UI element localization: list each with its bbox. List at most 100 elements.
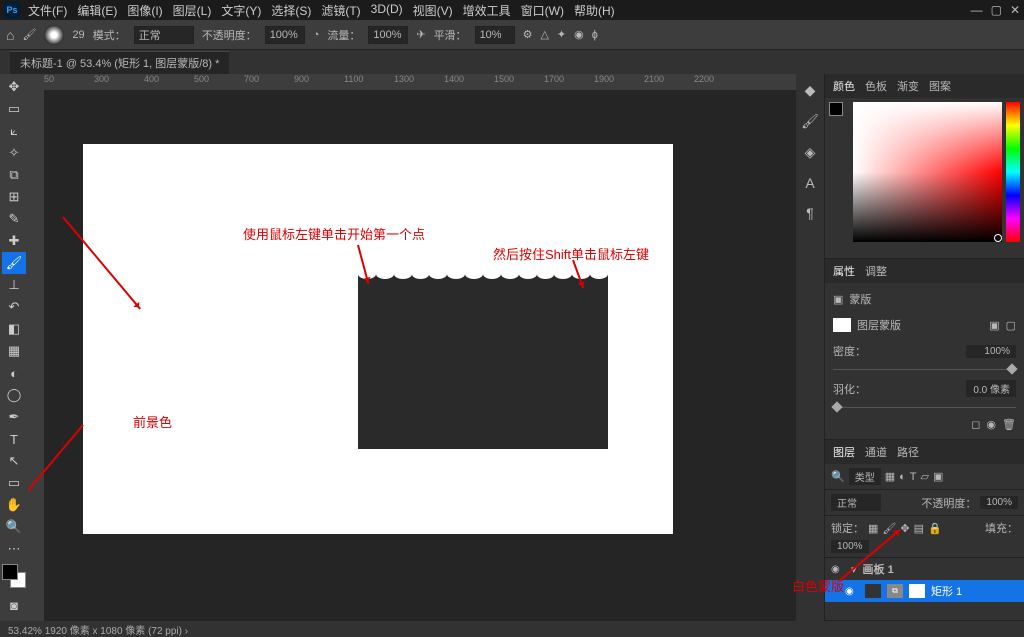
flow-value[interactable]: 100%	[368, 26, 408, 44]
angle-icon[interactable]: △	[540, 28, 548, 41]
tab-properties[interactable]: 属性	[833, 263, 855, 279]
crop-tool[interactable]: ⧉	[2, 164, 26, 186]
home-icon[interactable]: ⌂	[6, 27, 14, 43]
link-icon[interactable]: ⧉	[887, 584, 903, 598]
pressure-opacity-icon[interactable]: ◔	[313, 29, 320, 41]
minimize-button[interactable]: —	[971, 3, 983, 17]
heal-tool[interactable]: ✚	[2, 230, 26, 252]
lock-trans-icon[interactable]: ▦	[868, 522, 878, 535]
quickmask-toggle[interactable]: ◙	[2, 594, 26, 616]
menu-item[interactable]: 选择(S)	[271, 2, 311, 19]
gear-icon[interactable]: ⚙	[523, 28, 533, 41]
mask-vector-icon[interactable]: ▢	[1006, 319, 1016, 332]
stamp-tool[interactable]: ⊥	[2, 274, 26, 296]
brush-preview[interactable]	[44, 25, 64, 45]
layer-row[interactable]: ◉ ⧉ 矩形 1	[825, 580, 1024, 602]
dock-icon[interactable]: ◆	[805, 82, 816, 99]
feather-slider[interactable]	[833, 407, 1016, 408]
filter-adjust-icon[interactable]: ◐	[899, 471, 906, 483]
butterfly-icon[interactable]: ɸ	[592, 29, 598, 41]
type-tool[interactable]: T	[2, 428, 26, 450]
visibility-icon[interactable]: ◉	[831, 564, 845, 575]
eraser-tool[interactable]: ◧	[2, 318, 26, 340]
mask-pixel-icon[interactable]: ▣	[989, 319, 999, 332]
tab-gradient[interactable]: 渐变	[897, 78, 919, 94]
gradient-tool[interactable]: ▦	[2, 340, 26, 362]
tab-color[interactable]: 颜色	[833, 78, 855, 94]
filter-type-icon[interactable]: T	[910, 471, 917, 483]
menu-item[interactable]: 视图(V)	[413, 2, 453, 19]
filter-type[interactable]: 类型	[849, 468, 881, 485]
feather-value[interactable]: 0.0 像素	[966, 380, 1016, 397]
visibility-icon[interactable]: ◉	[845, 586, 859, 597]
airbrush-icon[interactable]: ✈	[416, 28, 425, 41]
menu-item[interactable]: 增效工具	[463, 2, 511, 19]
tab-layers[interactable]: 图层	[833, 444, 855, 460]
filter-icon[interactable]: 🔍	[831, 470, 845, 483]
hand-tool[interactable]: ✋	[2, 494, 26, 516]
lock-nest-icon[interactable]: ▤	[914, 522, 924, 535]
blur-tool[interactable]: ◐	[2, 362, 26, 384]
path-tool[interactable]: ↖	[2, 450, 26, 472]
menu-item[interactable]: 窗口(W)	[521, 2, 564, 19]
filter-pixel-icon[interactable]: ▦	[885, 470, 895, 483]
menu-item[interactable]: 滤镜(T)	[321, 2, 360, 19]
menu-item[interactable]: 文字(Y)	[221, 2, 261, 19]
tab-paths[interactable]: 路径	[897, 444, 919, 460]
density-value[interactable]: 100%	[966, 345, 1016, 358]
mode-dropdown[interactable]: 正常	[134, 26, 194, 44]
marquee-tool[interactable]: ▭	[2, 98, 26, 120]
edit-toolbar[interactable]: ⋯	[2, 538, 26, 560]
brush-tool-icon[interactable]: 🖌	[22, 28, 36, 41]
menu-item[interactable]: 图像(I)	[127, 2, 162, 19]
maximize-button[interactable]: ▢	[991, 3, 1002, 17]
move-tool[interactable]: ✥	[2, 76, 26, 98]
zoom-tool[interactable]: 🔍	[2, 516, 26, 538]
dock-icon[interactable]: ◈	[805, 144, 816, 161]
smooth-value[interactable]: 10%	[475, 26, 515, 44]
fg-swatch[interactable]	[829, 102, 843, 116]
menu-item[interactable]: 3D(D)	[371, 2, 403, 19]
tab-swatches[interactable]: 色板	[865, 78, 887, 94]
frame-tool[interactable]: ⊞	[2, 186, 26, 208]
brush-tool[interactable]: 🖌	[2, 252, 26, 274]
color-swatches[interactable]	[2, 564, 26, 588]
lasso-tool[interactable]: ⟀	[2, 120, 26, 142]
dock-icon[interactable]: ¶	[806, 205, 814, 221]
foreground-color[interactable]	[2, 564, 18, 580]
menu-item[interactable]: 图层(L)	[173, 2, 212, 19]
document-tab[interactable]: 未标题-1 @ 53.4% (矩形 1, 图层蒙版/8) *	[10, 51, 229, 74]
tab-pattern[interactable]: 图案	[929, 78, 951, 94]
menu-item[interactable]: 文件(F)	[28, 2, 67, 19]
canvas[interactable]: 使用鼠标左键单击开始第一个点 然后按住Shift单击鼠标左键 前景色	[83, 144, 673, 534]
eye-icon[interactable]: ◉	[986, 418, 996, 431]
density-slider[interactable]	[833, 369, 1016, 370]
shape-tool[interactable]: ▭	[2, 472, 26, 494]
dock-icon[interactable]: A	[805, 175, 814, 191]
eyedropper-tool[interactable]: ✎	[2, 208, 26, 230]
layer-opacity[interactable]: 100%	[980, 496, 1018, 509]
lock-all-icon[interactable]: 🔒	[928, 522, 942, 535]
color-picker[interactable]	[825, 98, 1024, 258]
tab-channels[interactable]: 通道	[865, 444, 887, 460]
pen-tool[interactable]: ✒	[2, 406, 26, 428]
layer-fill[interactable]: 100%	[831, 540, 869, 553]
tab-adjust[interactable]: 调整	[865, 263, 887, 279]
menu-item[interactable]: 编辑(E)	[77, 2, 117, 19]
blend-mode[interactable]: 正常	[831, 494, 881, 511]
mask-thumb[interactable]	[833, 318, 851, 332]
wand-tool[interactable]: ✧	[2, 142, 26, 164]
filter-smart-icon[interactable]: ▣	[933, 470, 943, 483]
menu-item[interactable]: 帮助(H)	[574, 2, 615, 19]
symmetry-icon[interactable]: ✦	[557, 28, 566, 41]
history-brush-tool[interactable]: ↶	[2, 296, 26, 318]
mask-thumb[interactable]	[909, 584, 925, 598]
pressure-size-icon[interactable]: ◉	[574, 28, 584, 41]
dock-icon[interactable]: 🖌	[801, 113, 819, 130]
close-button[interactable]: ✕	[1010, 3, 1020, 17]
opacity-value[interactable]: 100%	[265, 26, 305, 44]
dodge-tool[interactable]: ◯	[2, 384, 26, 406]
mask-button[interactable]: ◻	[971, 418, 980, 431]
hue-slider[interactable]	[1006, 102, 1020, 242]
filter-shape-icon[interactable]: ▱	[921, 470, 929, 483]
